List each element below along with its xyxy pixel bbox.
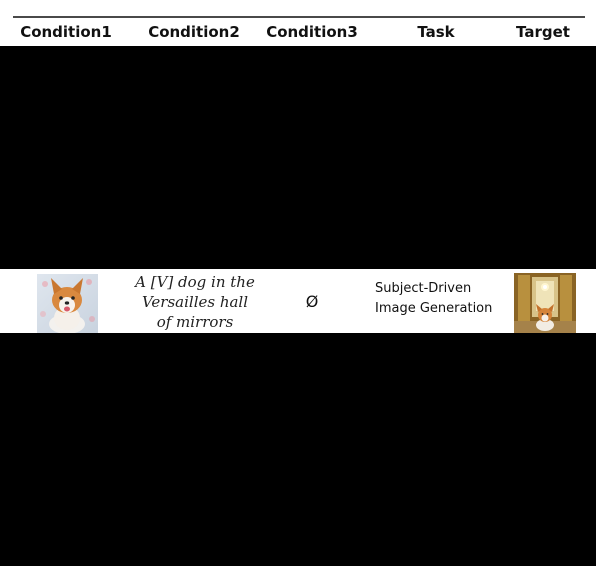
header-condition1: Condition1 (20, 23, 112, 41)
prompt-line-3: of mirrors (156, 313, 234, 331)
blacked-out-rows-top (0, 46, 596, 269)
prompt-line-2: Versailles hall (141, 293, 249, 311)
header-task: Task (417, 23, 455, 41)
condition3-empty-symbol: Ø (305, 292, 319, 311)
corgi-photo-condition (37, 274, 98, 333)
header-condition3: Condition3 (266, 23, 358, 41)
blacked-out-rows-bottom (0, 333, 596, 566)
task-line-2: Image Generation (375, 301, 493, 316)
table-top-rule (13, 16, 585, 18)
header-target: Target (516, 23, 570, 41)
prompt-line-1: A [V] dog in the (135, 273, 255, 291)
task-line-1: Subject-Driven (375, 281, 472, 296)
figure-table: Condition1 Condition2 Condition3 Task Ta… (0, 0, 596, 566)
condition2-prompt: A [V] dog in the Versailles hall of mirr… (128, 272, 262, 332)
corgi-hall-of-mirrors-target (514, 273, 576, 333)
table-row: A [V] dog in the Versailles hall of mirr… (0, 269, 596, 333)
header-condition2: Condition2 (148, 23, 240, 41)
task-label: Subject-Driven Image Generation (375, 279, 507, 319)
